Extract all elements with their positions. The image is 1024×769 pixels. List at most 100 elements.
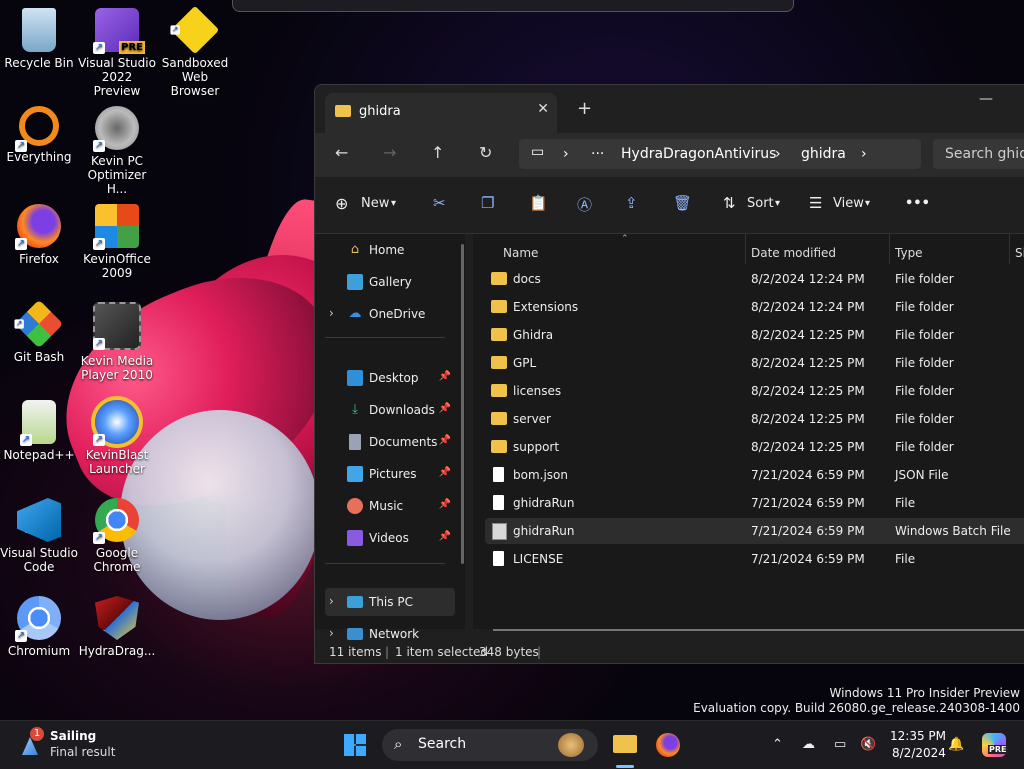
- new-button[interactable]: New: [361, 196, 389, 211]
- horizontal-scrollbar[interactable]: [493, 629, 1024, 631]
- pin-icon[interactable]: 📌: [439, 531, 451, 542]
- media-film-icon: ↗: [93, 302, 141, 350]
- desktop-icon-sandboxed-browser[interactable]: ↗ Sandboxed Web Browser: [156, 5, 234, 98]
- sidebar-item-videos[interactable]: Videos 📌: [325, 524, 455, 552]
- chevron-right-icon[interactable]: ›: [329, 306, 334, 320]
- chevron-right-icon[interactable]: ›: [329, 626, 334, 640]
- scrollbar[interactable]: [461, 244, 464, 564]
- table-row[interactable]: Extensions 8/2/2024 12:24 PM File folder: [485, 294, 1024, 320]
- sidebar-item-documents[interactable]: Documents 📌: [325, 428, 455, 456]
- clock-time[interactable]: 12:35 PM: [890, 729, 946, 743]
- column-header-size[interactable]: Si: [1015, 246, 1024, 260]
- file-explorer-window[interactable]: ghidra ✕ + — ← → ↑ ↻ ▭ › ··· HydraDragon…: [314, 84, 1024, 664]
- view-button[interactable]: View: [833, 196, 864, 211]
- taskbar-search[interactable]: ⌕ Search: [382, 729, 598, 761]
- column-header-type[interactable]: Type: [895, 246, 923, 260]
- taskbar-firefox-icon[interactable]: [656, 733, 680, 757]
- desktop-icon-label: Recycle Bin: [4, 56, 74, 70]
- table-row[interactable]: licenses 8/2/2024 12:25 PM File folder: [485, 378, 1024, 404]
- chevron-down-icon: ▾: [865, 198, 871, 209]
- delete-icon[interactable]: 🗑: [673, 194, 692, 212]
- more-options-button[interactable]: •••: [905, 196, 930, 211]
- sidebar-item-home[interactable]: ⌂ Home: [325, 236, 455, 264]
- search-input[interactable]: Search ghidra: [933, 139, 1024, 169]
- share-icon[interactable]: ⇪: [625, 194, 638, 212]
- table-row[interactable]: ghidraRun 7/21/2024 6:59 PM File: [485, 490, 1024, 516]
- table-row[interactable]: GPL 8/2/2024 12:25 PM File folder: [485, 350, 1024, 376]
- sidebar-item-pictures[interactable]: Pictures 📌: [325, 460, 455, 488]
- title-bar[interactable]: ghidra ✕ + —: [315, 85, 1024, 133]
- copilot-icon[interactable]: PRE: [982, 733, 1008, 757]
- table-row[interactable]: server 8/2/2024 12:25 PM File folder: [485, 406, 1024, 432]
- table-row[interactable]: bom.json 7/21/2024 6:59 PM JSON File: [485, 462, 1024, 488]
- back-arrow-icon[interactable]: ←: [335, 143, 348, 162]
- tab-ghidra[interactable]: ghidra ✕: [325, 93, 557, 133]
- up-arrow-icon[interactable]: ↑: [431, 143, 444, 162]
- paste-icon[interactable]: 📋: [529, 194, 548, 212]
- pin-icon[interactable]: 📌: [439, 467, 451, 478]
- table-row[interactable]: ghidraRun 7/21/2024 6:59 PM Windows Batch …: [485, 518, 1024, 544]
- rename-icon[interactable]: Ⓐ: [577, 194, 592, 215]
- refresh-icon[interactable]: ↻: [479, 143, 492, 162]
- desktop-icon-visual-studio-2022[interactable]: ↗ PRE Visual Studio 2022 Preview: [78, 8, 156, 98]
- column-header-date-modified[interactable]: Date modified: [751, 246, 836, 260]
- view-icon[interactable]: ☰: [809, 194, 822, 212]
- pin-icon[interactable]: 📌: [439, 435, 451, 446]
- chevron-up-icon[interactable]: ⌃: [772, 737, 783, 752]
- copy-icon[interactable]: ❐: [481, 194, 494, 212]
- shortcut-arrow-icon: ↗: [20, 434, 32, 446]
- sort-button[interactable]: Sort: [747, 196, 774, 211]
- desktop-icon-hydradragon[interactable]: ↗ HydraDrag...: [78, 596, 156, 658]
- desktop-icon-git-bash[interactable]: ↗ Git Bash: [0, 299, 78, 364]
- address-separator[interactable]: ›: [861, 146, 867, 162]
- address-overflow-button[interactable]: ···: [591, 146, 604, 162]
- sidebar-item-desktop[interactable]: Desktop 📌: [325, 364, 455, 392]
- sidebar-item-onedrive[interactable]: › ☁ OneDrive: [325, 300, 455, 328]
- column-header-name[interactable]: Name: [503, 246, 538, 260]
- pin-icon[interactable]: 📌: [439, 371, 451, 382]
- cut-icon[interactable]: ✂: [433, 194, 446, 212]
- desktop-icon-everything[interactable]: ↗ Everything: [0, 106, 78, 164]
- desktop-icon-kevinblast-launcher[interactable]: ↗ KevinBlast Launcher: [78, 400, 156, 476]
- table-row[interactable]: docs 8/2/2024 12:24 PM File folder: [485, 266, 1024, 292]
- desktop-icon-notepad-plus-plus[interactable]: ↗ Notepad++: [0, 400, 78, 462]
- sort-icon[interactable]: ⇅: [723, 194, 736, 212]
- new-tab-button[interactable]: +: [577, 98, 592, 119]
- desktop-icon-kevin-pc-optimizer[interactable]: ↗ Kevin PC Optimizer H...: [78, 106, 156, 196]
- table-row[interactable]: LICENSE 7/21/2024 6:59 PM File: [485, 546, 1024, 572]
- desktop-icon-vscode[interactable]: ↗ Visual Studio Code: [0, 498, 78, 574]
- desktop-icon-kevin-media-player[interactable]: ↗ Kevin Media Player 2010: [78, 302, 156, 382]
- new-plus-icon[interactable]: ⊕: [335, 194, 348, 213]
- desktop-icon-recycle-bin[interactable]: Recycle Bin: [0, 8, 78, 70]
- close-tab-button[interactable]: ✕: [537, 101, 549, 117]
- clock-date[interactable]: 8/2/2024: [892, 746, 946, 760]
- breadcrumb-hydradragonantivirus[interactable]: HydraDragonAntivirus: [621, 146, 776, 162]
- desktop-icon-kevinoffice[interactable]: ↗ KevinOffice 2009: [78, 204, 156, 280]
- column-divider[interactable]: [889, 234, 890, 264]
- sidebar-item-gallery[interactable]: Gallery: [325, 268, 455, 296]
- desktop-icon-chromium[interactable]: ↗ Chromium: [0, 596, 78, 658]
- table-row[interactable]: Ghidra 8/2/2024 12:25 PM File folder: [485, 322, 1024, 348]
- column-divider[interactable]: [745, 234, 746, 264]
- display-icon[interactable]: ▭: [834, 737, 846, 752]
- column-divider[interactable]: [1009, 234, 1010, 264]
- volume-icon[interactable]: 🔇: [860, 737, 876, 752]
- notification-bell-icon[interactable]: 🔔: [948, 737, 964, 752]
- minimize-button[interactable]: —: [979, 91, 993, 107]
- weather-widget[interactable]: 1 Sailing Final result: [20, 727, 220, 763]
- cloud-offline-icon[interactable]: ☁: [802, 737, 815, 752]
- desktop-icon-firefox[interactable]: ↗ Firefox: [0, 204, 78, 266]
- breadcrumb-ghidra[interactable]: ghidra: [801, 146, 846, 162]
- table-row[interactable]: support 8/2/2024 12:25 PM File folder: [485, 434, 1024, 460]
- chevron-right-icon[interactable]: ›: [329, 594, 334, 608]
- sidebar-item-this-pc[interactable]: › This PC: [325, 588, 455, 616]
- forward-arrow-icon[interactable]: →: [383, 143, 396, 162]
- address-bar[interactable]: ▭ › ··· HydraDragonAntivirus › ghidra ›: [519, 139, 921, 169]
- start-windows-icon[interactable]: [344, 734, 366, 756]
- pin-icon[interactable]: 📌: [439, 403, 451, 414]
- sidebar-item-music[interactable]: Music 📌: [325, 492, 455, 520]
- pin-icon[interactable]: 📌: [439, 499, 451, 510]
- sidebar-item-downloads[interactable]: ⤓ Downloads 📌: [325, 396, 455, 424]
- desktop-icon-google-chrome[interactable]: ↗ Google Chrome: [78, 498, 156, 574]
- taskbar-file-explorer[interactable]: [612, 727, 638, 768]
